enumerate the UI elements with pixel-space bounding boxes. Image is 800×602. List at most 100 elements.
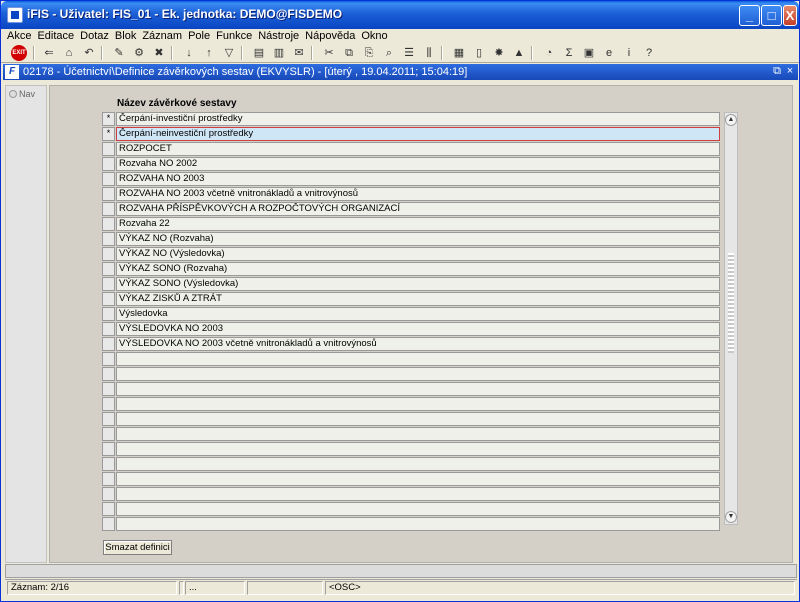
printer-icon[interactable]: ▤ [251, 45, 267, 61]
table-row[interactable]: Rozvaha 22 [102, 217, 721, 231]
report-name-cell[interactable]: VÝKAZ ZISKŮ A ZTRÁT [116, 292, 720, 306]
menu-funkce[interactable]: Funkce [213, 29, 255, 43]
report-name-cell[interactable]: Výsledovka [116, 307, 720, 321]
mail-icon[interactable]: ✉ [291, 45, 307, 61]
row-marker[interactable] [102, 187, 115, 201]
report-name-cell[interactable]: Rozvaha 22 [116, 217, 720, 231]
row-marker[interactable] [102, 322, 115, 336]
paste-icon[interactable]: ⎘ [361, 45, 377, 61]
menu-napoveda[interactable]: Nápověda [302, 29, 358, 43]
report-name-cell[interactable]: VÝKAZ SONO (Výsledovka) [116, 277, 720, 291]
undo-icon[interactable]: ↶ [81, 45, 97, 61]
table-row[interactable]: VÝKAZ SONO (Rozvaha) [102, 262, 721, 276]
info-icon[interactable]: i [621, 45, 637, 61]
print-icon[interactable]: ⌂ [61, 45, 77, 61]
row-marker[interactable] [102, 517, 115, 531]
row-marker[interactable] [102, 502, 115, 516]
table-row[interactable]: VÝKAZ NO (Výsledovka) [102, 247, 721, 261]
row-marker[interactable] [102, 427, 115, 441]
report-name-cell[interactable] [116, 502, 720, 516]
report-name-cell[interactable] [116, 352, 720, 366]
report-name-cell[interactable] [116, 472, 720, 486]
table-row[interactable] [102, 457, 721, 471]
report-name-cell[interactable] [116, 397, 720, 411]
table-row[interactable] [102, 382, 721, 396]
table-row[interactable]: ROZPOCET [102, 142, 721, 156]
table-row[interactable] [102, 487, 721, 501]
triangle-icon[interactable]: ▲ [511, 45, 527, 61]
row-marker[interactable] [102, 157, 115, 171]
menu-nastroje[interactable]: Nástroje [255, 29, 302, 43]
maximize-button[interactable]: □ [761, 5, 782, 26]
row-marker[interactable]: * [102, 127, 115, 141]
report-name-cell[interactable]: ROZVAHA PŘÍSPĚVKOVÝCH A ROZPOČTOVÝCH ORG… [116, 202, 720, 216]
row-marker[interactable] [102, 262, 115, 276]
menu-pole[interactable]: Pole [185, 29, 213, 43]
columns-icon[interactable]: ⫼ [421, 45, 437, 61]
delete-definition-button[interactable]: Smazat definici [103, 540, 172, 555]
star-icon[interactable]: ✸ [491, 45, 507, 61]
enter-query-icon[interactable]: ✎ [111, 45, 127, 61]
exit-icon[interactable]: EXIT [11, 45, 27, 61]
sort-desc-icon[interactable]: ↑ [201, 45, 217, 61]
table-row[interactable]: ROZVAHA NO 2003 [102, 172, 721, 186]
calendar-icon[interactable]: ▦ [451, 45, 467, 61]
report-name-cell[interactable]: Čerpání-investiční prostředky [116, 112, 720, 126]
excel-icon[interactable]: ▣ [581, 45, 597, 61]
row-marker[interactable] [102, 202, 115, 216]
row-marker[interactable] [102, 352, 115, 366]
table-row[interactable]: ROZVAHA NO 2003 včetně vnitronákladů a v… [102, 187, 721, 201]
sum-icon[interactable]: Σ [561, 45, 577, 61]
menu-editace[interactable]: Editace [34, 29, 77, 43]
filter-icon[interactable]: ▽ [221, 45, 237, 61]
report-name-cell[interactable] [116, 517, 720, 531]
row-marker[interactable] [102, 217, 115, 231]
report-name-cell[interactable] [116, 367, 720, 381]
menu-akce[interactable]: Akce [4, 29, 34, 43]
row-marker[interactable] [102, 412, 115, 426]
table-row[interactable] [102, 472, 721, 486]
report-name-cell[interactable] [116, 442, 720, 456]
table-row[interactable]: VÝSLEDOVKA NO 2003 včetně vnitronákladů … [102, 337, 721, 351]
table-row[interactable]: * Čerpání-investiční prostředky [102, 112, 721, 126]
table-row[interactable] [102, 397, 721, 411]
report-name-cell[interactable]: ROZVAHA NO 2003 [116, 172, 720, 186]
report-name-cell[interactable] [116, 412, 720, 426]
menu-blok[interactable]: Blok [112, 29, 139, 43]
save-icon[interactable]: ⇐ [41, 45, 57, 61]
report-name-cell[interactable] [116, 382, 720, 396]
report-name-cell[interactable] [116, 457, 720, 471]
table-row[interactable]: Rozvaha NO 2002 [102, 157, 721, 171]
row-marker[interactable] [102, 142, 115, 156]
table-row[interactable]: VÝKAZ SONO (Výsledovka) [102, 277, 721, 291]
row-marker[interactable] [102, 472, 115, 486]
scroll-grip[interactable] [728, 253, 734, 353]
report-name-cell[interactable]: Čerpání-neinvestiční prostředky [116, 127, 720, 141]
table-row[interactable] [102, 412, 721, 426]
table-row[interactable]: VÝKAZ NO (Rozvaha) [102, 232, 721, 246]
table-row[interactable]: Výsledovka [102, 307, 721, 321]
execute-query-icon[interactable]: ⚙ [131, 45, 147, 61]
report-name-cell[interactable]: VÝSLEDOVKA NO 2003 včetně vnitronákladů … [116, 337, 720, 351]
row-marker[interactable]: * [102, 112, 115, 126]
row-marker[interactable] [102, 232, 115, 246]
table-row[interactable]: * Čerpání-neinvestiční prostředky [102, 127, 721, 141]
calculator-icon[interactable]: ◔ [541, 45, 557, 61]
cancel-query-icon[interactable]: ✖ [151, 45, 167, 61]
report-name-cell[interactable]: VÝSLEDOVKA NO 2003 [116, 322, 720, 336]
menu-dotaz[interactable]: Dotaz [77, 29, 112, 43]
row-marker[interactable] [102, 337, 115, 351]
menu-zaznam[interactable]: Záznam [139, 29, 185, 43]
scroll-down-icon[interactable]: ▼ [725, 511, 737, 523]
table-row[interactable] [102, 352, 721, 366]
table-row[interactable]: ROZVAHA PŘÍSPĚVKOVÝCH A ROZPOČTOVÝCH ORG… [102, 202, 721, 216]
table-row[interactable] [102, 427, 721, 441]
row-marker[interactable] [102, 307, 115, 321]
help-icon[interactable]: ? [641, 45, 657, 61]
copy-icon[interactable]: ⧉ [341, 45, 357, 61]
report-name-cell[interactable]: VÝKAZ SONO (Rozvaha) [116, 262, 720, 276]
row-marker[interactable] [102, 382, 115, 396]
row-marker[interactable] [102, 457, 115, 471]
row-marker[interactable] [102, 292, 115, 306]
nav-button[interactable]: Nav [9, 89, 35, 99]
